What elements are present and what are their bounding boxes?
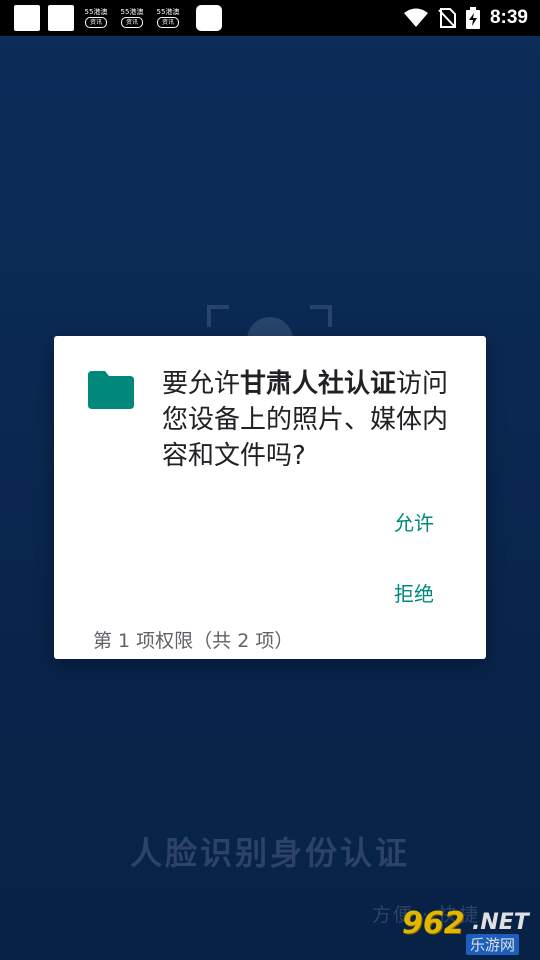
permission-dialog: 要允许甘肃人社认证访问您设备上的照片、媒体内容和文件吗? 允许 拒绝 第 1 项… [54, 336, 486, 659]
badge-top-text: 55港澳 [156, 8, 180, 16]
notification-icon [196, 5, 222, 31]
news-badge-icon: 55港澳 资讯 [154, 6, 182, 30]
permission-counter: 第 1 项权限（共 2 项） [93, 630, 294, 652]
news-badge-icon: 55港澳 资讯 [118, 6, 146, 30]
allow-button[interactable]: 允许 [394, 503, 434, 540]
badge-bottom-text: 资讯 [121, 17, 143, 28]
message-prefix: 要允许 [162, 369, 241, 399]
news-badge-icon: 55港澳 资讯 [82, 6, 110, 30]
status-bar: 55港澳 资讯 55港澳 资讯 55港澳 资讯 8:39 [0, 0, 540, 36]
badge-bottom-text: 资讯 [85, 17, 107, 28]
folder-icon [88, 371, 134, 409]
app-name: 甘肃人社认证 [240, 369, 397, 399]
permission-message: 要允许甘肃人社认证访问您设备上的照片、媒体内容和文件吗? [162, 366, 467, 474]
notification-icons: 55港澳 资讯 55港澳 资讯 55港澳 资讯 [0, 5, 222, 31]
no-sim-icon [438, 8, 456, 28]
notification-icon [48, 5, 74, 31]
notification-icon [14, 5, 40, 31]
badge-top-text: 55港澳 [120, 8, 144, 16]
wifi-icon [403, 8, 428, 27]
deny-button[interactable]: 拒绝 [394, 574, 434, 611]
badge-top-text: 55港澳 [84, 8, 108, 16]
battery-charging-icon [465, 7, 480, 29]
clock-time: 8:39 [489, 7, 528, 28]
badge-bottom-text: 资讯 [157, 17, 179, 28]
